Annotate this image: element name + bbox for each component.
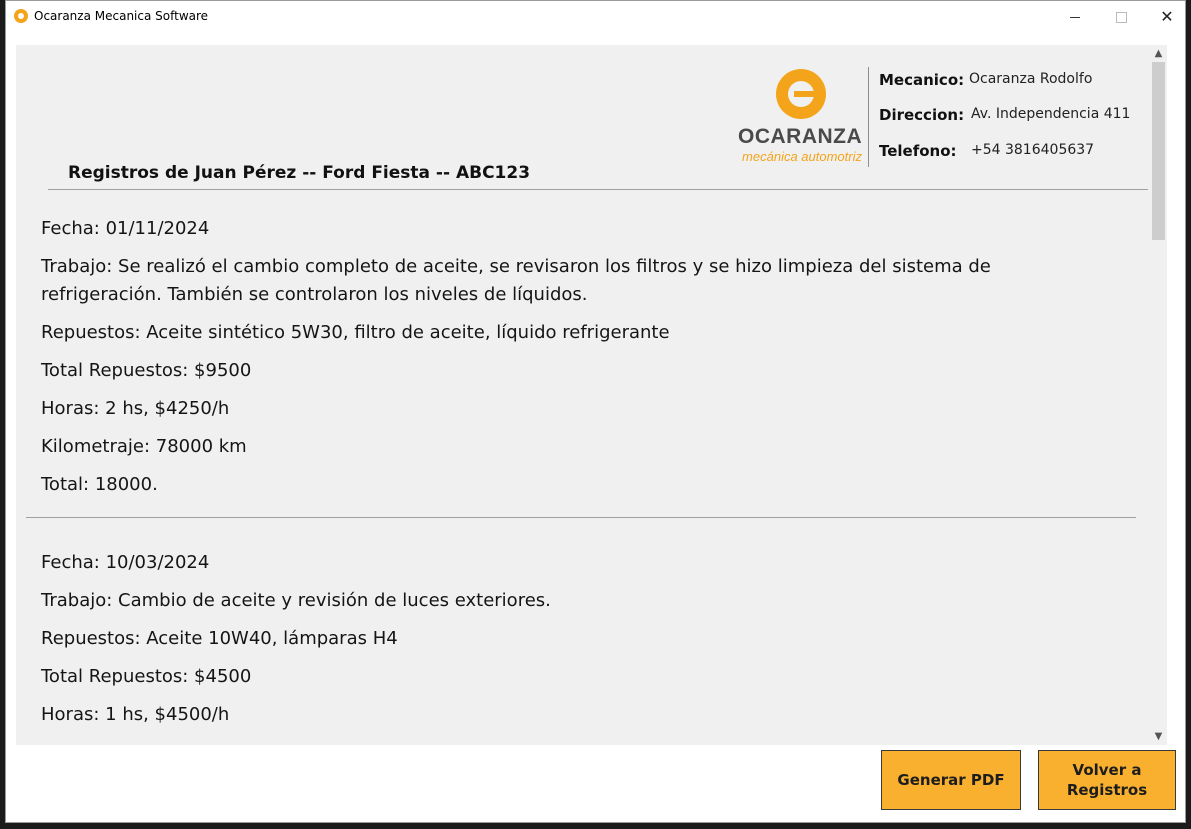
close-icon: ✕ xyxy=(1160,7,1174,26)
record-kilometraje: Kilometraje: 78000 km xyxy=(41,436,247,457)
record-trabajo-cont: refrigeración. También se controlaron lo… xyxy=(41,284,588,305)
scroll-down-icon[interactable]: ▼ xyxy=(1150,728,1167,745)
logo-wrench-icon xyxy=(776,69,826,119)
app-logo-icon xyxy=(14,9,28,23)
logo-subtitle: mecánica automotriz xyxy=(742,149,862,164)
minimize-icon xyxy=(1070,16,1080,18)
volver-label-line1: Volver a xyxy=(1072,761,1142,779)
telefono-value: +54 3816405637 xyxy=(971,142,1095,158)
title-divider xyxy=(48,189,1148,190)
scroll-thumb[interactable] xyxy=(1152,62,1165,240)
generar-pdf-button[interactable]: Generar PDF xyxy=(881,750,1021,810)
vertical-scrollbar[interactable]: ▲ ▼ xyxy=(1150,45,1167,745)
record-repuestos: Repuestos: Aceite 10W40, lámparas H4 xyxy=(41,628,398,649)
record-total-repuestos: Total Repuestos: $9500 xyxy=(41,360,252,381)
header-divider xyxy=(868,67,869,167)
record-repuestos: Repuestos: Aceite sintético 5W30, filtro… xyxy=(41,322,670,343)
record-trabajo: Trabajo: Cambio de aceite y revisión de … xyxy=(41,590,551,611)
maximize-button[interactable] xyxy=(1098,1,1144,33)
volver-label: Volver a Registros xyxy=(1067,760,1147,800)
record-fecha: Fecha: 01/11/2024 xyxy=(41,218,210,239)
minimize-button[interactable] xyxy=(1052,1,1098,33)
mecanico-value: Ocaranza Rodolfo xyxy=(969,71,1093,87)
record-horas: Horas: 2 hs, $4250/h xyxy=(41,398,230,419)
records-title: Registros de Juan Pérez -- Ford Fiesta -… xyxy=(68,163,531,183)
volver-label-line2: Registros xyxy=(1066,781,1148,799)
record-fecha: Fecha: 10/03/2024 xyxy=(41,552,210,573)
volver-registros-button[interactable]: Volver a Registros xyxy=(1038,750,1176,810)
company-logo: OCARANZA mecánica automotriz xyxy=(738,69,862,169)
direccion-value: Av. Independencia 411 xyxy=(971,106,1131,122)
direccion-label: Direccion: xyxy=(879,106,965,124)
record-horas: Horas: 1 hs, $4500/h xyxy=(41,704,230,725)
mecanico-label: Mecanico: xyxy=(879,71,965,89)
record-total: Total: 18000. xyxy=(41,474,158,495)
maximize-icon xyxy=(1115,11,1127,23)
action-bar: Generar PDF Volver a Registros xyxy=(6,745,1185,822)
record-divider xyxy=(26,517,1136,518)
records-panel: OCARANZA mecánica automotriz Mecanico: O… xyxy=(16,45,1150,745)
telefono-label: Telefono: xyxy=(879,142,957,160)
record-trabajo: Trabajo: Se realizó el cambio completo d… xyxy=(41,256,991,277)
window-title: Ocaranza Mecanica Software xyxy=(34,9,209,23)
app-window: Ocaranza Mecanica Software ✕ OCARANZA me… xyxy=(5,0,1186,823)
scroll-up-icon[interactable]: ▲ xyxy=(1150,45,1167,62)
record-total-repuestos: Total Repuestos: $4500 xyxy=(41,666,252,687)
logo-name: OCARANZA xyxy=(738,125,863,148)
close-button[interactable]: ✕ xyxy=(1144,1,1185,33)
title-bar: Ocaranza Mecanica Software ✕ xyxy=(6,1,1185,33)
